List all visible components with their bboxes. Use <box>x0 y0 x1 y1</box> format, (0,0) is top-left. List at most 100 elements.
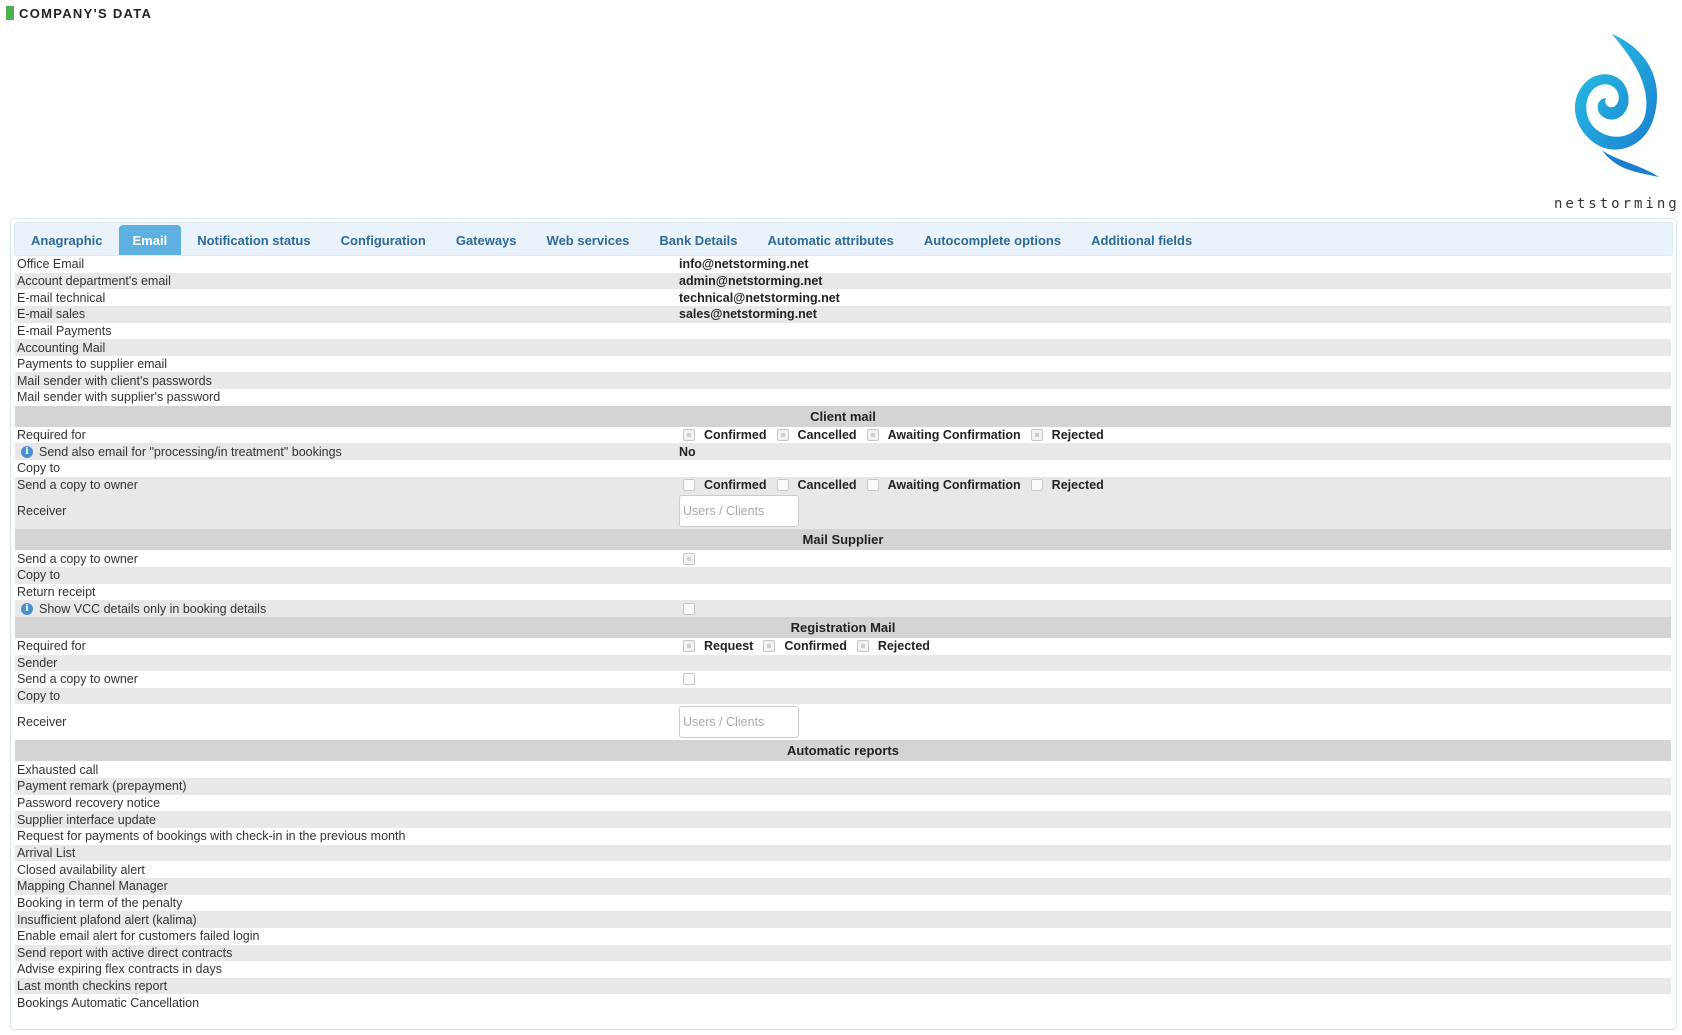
checkbox-supplier-copy-owner[interactable] <box>683 552 695 565</box>
checkbox-owner-cancelled[interactable] <box>776 479 789 491</box>
table-row: Copy to <box>15 566 1671 584</box>
checkbox-awaiting-confirmation[interactable] <box>866 429 879 442</box>
table-row: Copy to <box>15 687 1671 705</box>
checkbox-cancelled[interactable] <box>776 429 789 442</box>
checkbox-registration-copy-owner[interactable] <box>683 673 695 686</box>
processing-bookings-label: i Send also email for "processing/in trea… <box>15 445 679 459</box>
table-row: Receiver <box>15 493 1671 530</box>
account-email-label: Account department's email <box>17 273 171 288</box>
section-client-mail: Client mail <box>15 405 1671 427</box>
list-item: Mapping Channel Manager <box>15 877 1671 895</box>
table-row: E-mail Payments <box>15 322 1671 340</box>
sales-email-value: sales@netstorming.net <box>679 307 817 322</box>
table-row: Sender <box>15 654 1671 672</box>
table-row: i Show VCC details only in booking detail… <box>15 600 1671 617</box>
checkbox-owner-awaiting-confirmation[interactable] <box>866 479 879 491</box>
client-receiver-label: Receiver <box>17 504 67 519</box>
checkbox-reg-rejected[interactable] <box>856 640 869 653</box>
tab-gateways[interactable]: Gateways <box>441 225 531 255</box>
list-item: Closed availability alert <box>15 861 1671 878</box>
account-email-value: admin@netstorming.net <box>679 273 823 288</box>
tab-additional-fields[interactable]: Additional fields <box>1077 225 1207 255</box>
table-row: Send a copy to owner <box>15 671 1671 688</box>
client-required-for-label: Required for <box>17 428 86 443</box>
table-row: Copy to <box>15 460 1671 477</box>
list-item: Insufficient plafond alert (kalima) <box>15 911 1671 928</box>
supplier-payments-email-label: Payments to supplier email <box>17 357 168 372</box>
checkbox-rejected[interactable] <box>1030 429 1043 442</box>
table-row: E-mail sales sales@netstorming.net <box>15 305 1671 323</box>
tabs-panel: Anagraphic Email Notification status Con… <box>10 218 1677 1030</box>
tab-web-services[interactable]: Web services <box>532 225 644 255</box>
list-item: Booking in term of the penalty <box>15 894 1671 912</box>
email-settings-table: Office Email info@netstorming.net Accoun… <box>15 256 1671 1012</box>
vcc-details-label: i Show VCC details only in booking detail… <box>15 602 679 616</box>
table-row: Required for Request Confirmed Rejected <box>15 637 1671 655</box>
list-item: Request for payments of bookings with ch… <box>15 828 1671 845</box>
netstorming-logo-icon <box>1574 34 1659 177</box>
tab-anagraphic[interactable]: Anagraphic <box>17 225 117 255</box>
table-row: Send a copy to owner Confirmed Cancelled… <box>15 476 1671 494</box>
tab-autocomplete-options[interactable]: Autocomplete options <box>909 225 1076 255</box>
office-email-label: Office Email <box>17 257 85 272</box>
list-item: Arrival List <box>15 844 1671 862</box>
registration-sender-label: Sender <box>17 655 58 670</box>
registration-receiver-input[interactable] <box>679 706 799 739</box>
list-item: Enable email alert for customers failed … <box>15 927 1671 945</box>
tab-email[interactable]: Email <box>118 225 182 255</box>
registration-copy-owner-label: Send a copy to owner <box>17 672 138 687</box>
checkbox-confirmed[interactable] <box>683 429 695 442</box>
client-copy-owner-label: Send a copy to owner <box>17 478 138 492</box>
header-marker-icon <box>6 6 14 20</box>
checkbox-owner-confirmed[interactable] <box>683 479 695 491</box>
technical-email-label: E-mail technical <box>17 290 106 305</box>
tab-automatic-attributes[interactable]: Automatic attributes <box>753 225 908 255</box>
registration-required-for-label: Required for <box>17 639 86 654</box>
client-required-for-options: Confirmed Cancelled Awaiting Confirmatio… <box>679 428 1671 442</box>
page-title: COMPANY'S DATA <box>19 5 153 21</box>
supplier-copy-to-label: Copy to <box>17 568 61 583</box>
section-automatic-reports: Automatic reports <box>15 740 1671 762</box>
table-row: Payments to supplier email <box>15 355 1671 373</box>
payments-email-label: E-mail Payments <box>17 323 112 338</box>
section-registration-mail: Registration Mail <box>15 616 1671 638</box>
tab-bank-details[interactable]: Bank Details <box>645 225 752 255</box>
table-row: Mail sender with supplier's password <box>15 389 1671 406</box>
page-header: COMPANY'S DATA <box>6 5 153 21</box>
tab-configuration[interactable]: Configuration <box>326 225 440 255</box>
registration-receiver-label: Receiver <box>17 715 67 730</box>
tab-bar: Anagraphic Email Notification status Con… <box>14 222 1673 256</box>
office-email-value: info@netstorming.net <box>679 257 809 272</box>
client-receiver-input[interactable] <box>679 495 799 528</box>
list-item: Send report with active direct contracts <box>15 944 1671 962</box>
checkbox-owner-rejected[interactable] <box>1030 479 1043 491</box>
table-row: Mail sender with client's passwords <box>15 372 1671 390</box>
table-row: Accounting Mail <box>15 339 1671 356</box>
checkbox-reg-confirmed[interactable] <box>763 640 776 653</box>
registration-required-for-options: Request Confirmed Rejected <box>679 639 1671 653</box>
list-item: Bookings Automatic Cancellation <box>15 994 1671 1012</box>
table-row: Required for Confirmed Cancelled Awaitin… <box>15 426 1671 444</box>
table-row: i Send also email for "processing/in trea… <box>15 443 1671 461</box>
tab-notification-status[interactable]: Notification status <box>183 225 325 255</box>
info-icon[interactable]: i <box>21 445 33 458</box>
info-icon[interactable]: i <box>21 602 33 615</box>
list-item: Advise expiring flex contracts in days <box>15 961 1671 978</box>
list-item: Supplier interface update <box>15 811 1671 829</box>
checkbox-vcc-details[interactable] <box>683 602 695 615</box>
client-copy-to-label: Copy to <box>17 461 61 476</box>
company-logo: netstorming <box>1554 32 1680 212</box>
sales-email-label: E-mail sales <box>17 307 86 322</box>
registration-copy-to-label: Copy to <box>17 689 61 704</box>
client-copy-owner-options: Confirmed Cancelled Awaiting Confirmatio… <box>679 478 1671 492</box>
logo-text: netstorming <box>1554 196 1680 212</box>
list-item: Password recovery notice <box>15 794 1671 812</box>
table-row: Account department's email admin@netstor… <box>15 272 1671 290</box>
checkbox-request[interactable] <box>683 640 695 653</box>
list-item: Exhausted call <box>15 761 1671 779</box>
supplier-password-sender-label: Mail sender with supplier's password <box>17 390 221 405</box>
table-row: Receiver <box>15 704 1671 741</box>
client-passwords-sender-label: Mail sender with client's passwords <box>17 373 212 388</box>
return-receipt-label: Return receipt <box>17 584 96 599</box>
accounting-mail-label: Accounting Mail <box>17 340 106 355</box>
